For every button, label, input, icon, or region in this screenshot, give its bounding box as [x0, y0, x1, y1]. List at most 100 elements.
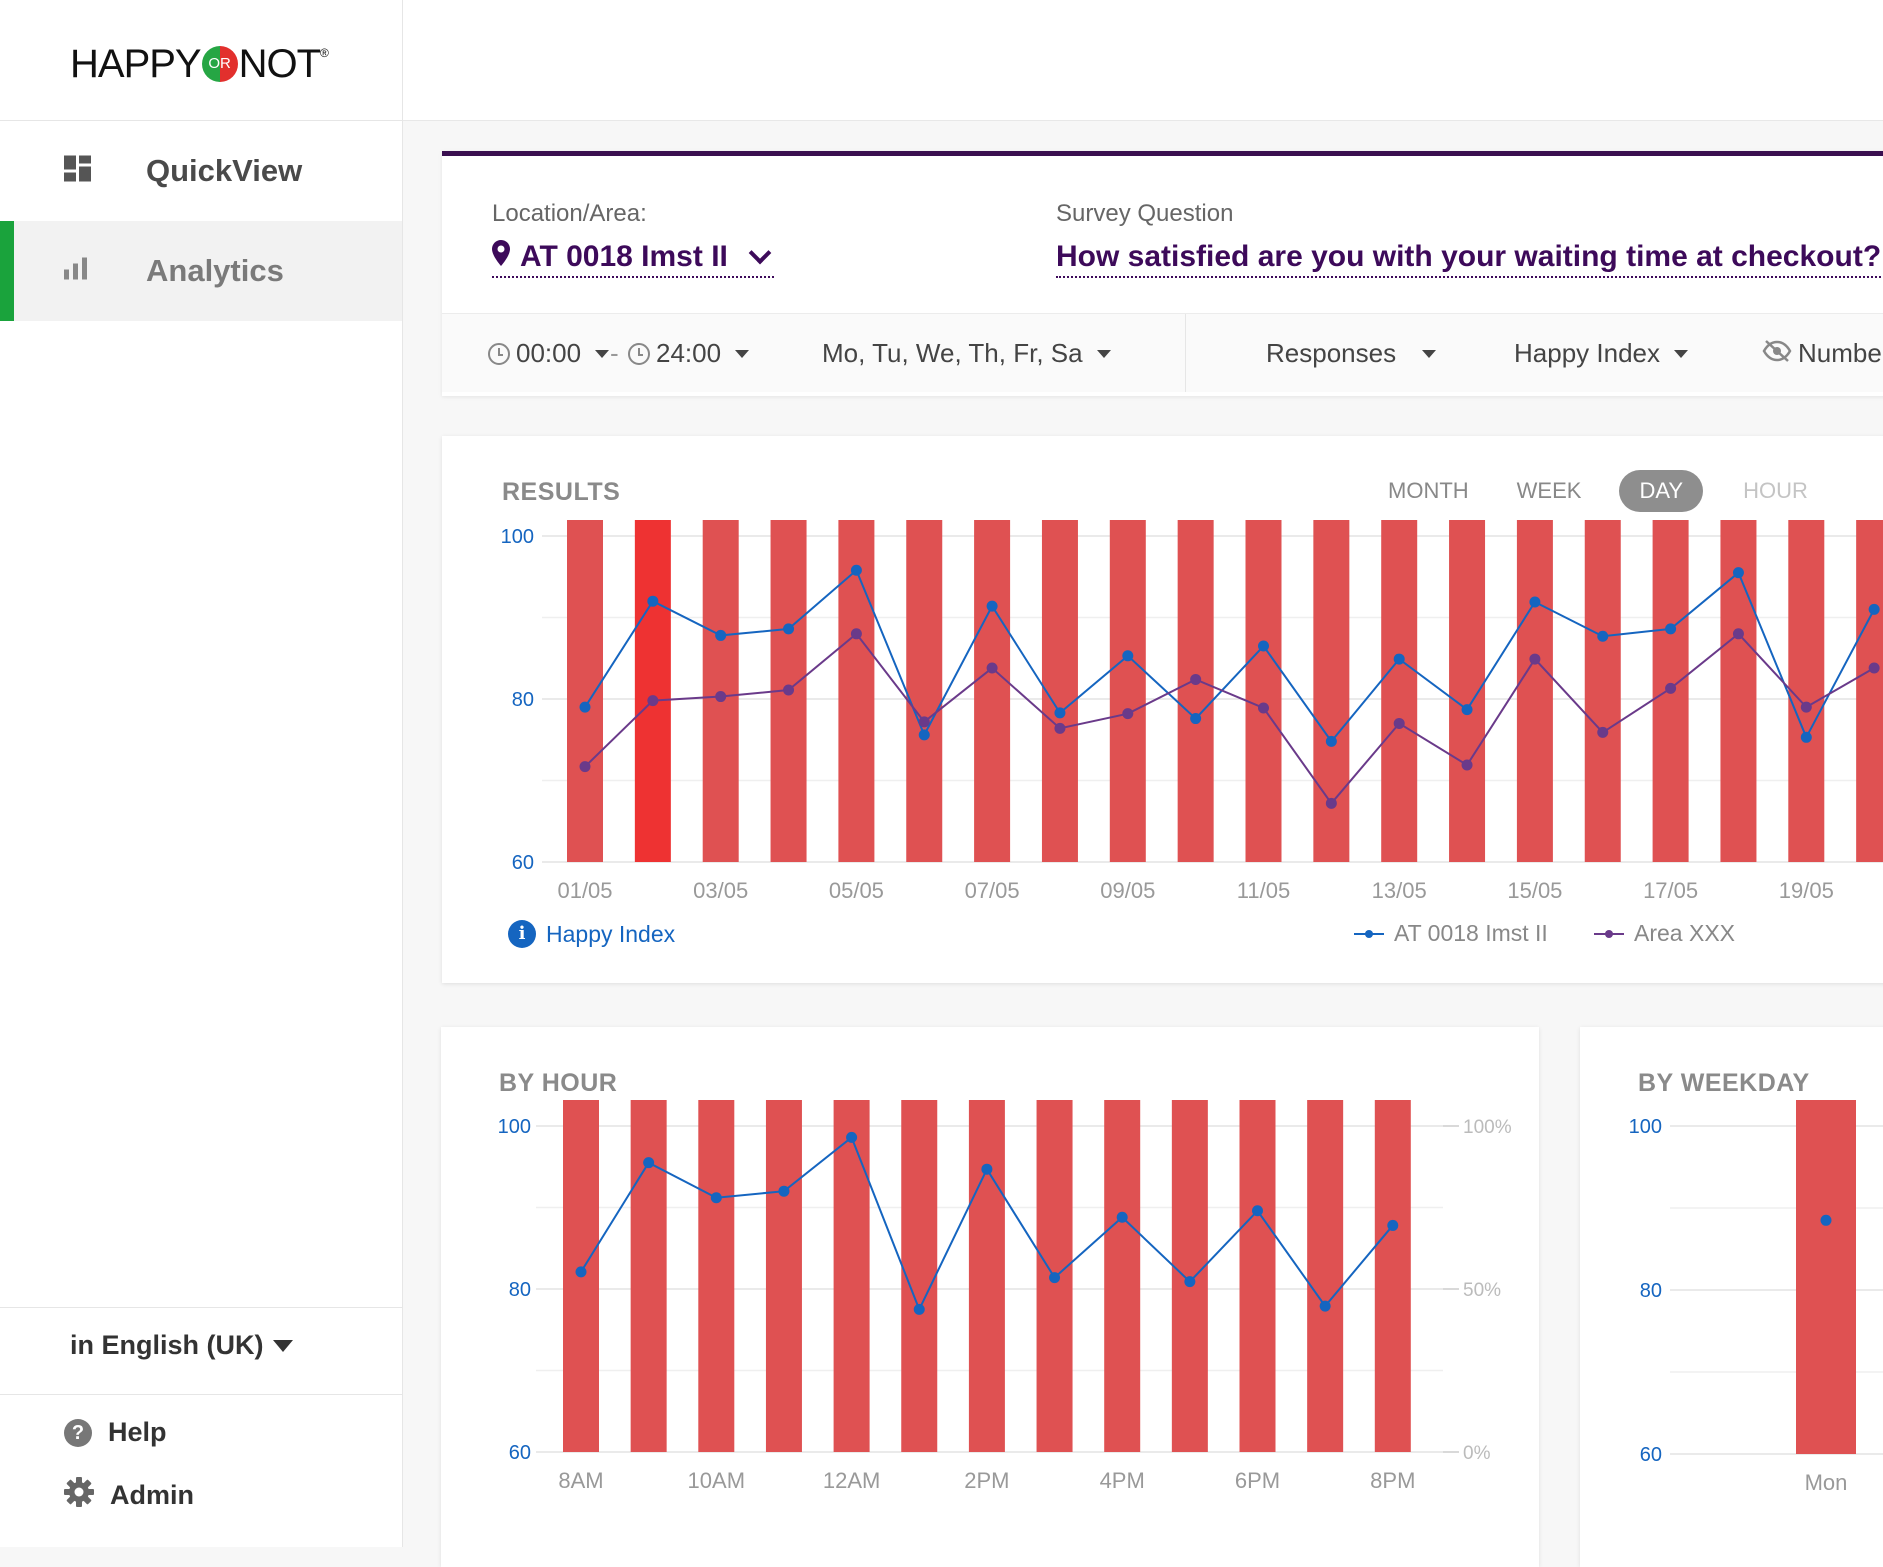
bar-segment-very-unhappy: [1239, 1100, 1276, 1452]
x-tick-label: 6PM: [1235, 1468, 1280, 1493]
series-point: [986, 600, 998, 612]
by-weekday-title: BY WEEKDAY: [1638, 1069, 1810, 1097]
series-point: [575, 1266, 587, 1278]
sidebar: HAPPY OR NOT ® QuickView Analytics in En…: [0, 0, 403, 1547]
by-hour-chart: 60 80 100 0% 50% 100% 8AM 10AM 12AM 2PM 4PM 6PM 8PM: [498, 1100, 1512, 1493]
clock-icon: [488, 342, 510, 365]
top-bar: [403, 0, 1883, 121]
legend-area: Area XXX: [1594, 920, 1735, 947]
y-tick-label: 100: [498, 1116, 531, 1138]
clock-icon: [628, 342, 650, 365]
sidebar-item-quickview[interactable]: QuickView: [0, 121, 402, 221]
x-tick-label: 15/05: [1507, 878, 1562, 903]
survey-question-value: How satisfied are you with your waiting …: [1056, 240, 1882, 273]
time-from-dropdown[interactable]: 00:00: [488, 338, 610, 369]
series-point: [1054, 722, 1066, 734]
series-point: [1732, 567, 1744, 579]
happy-index-info-label: Happy Index: [546, 920, 676, 947]
y2-tick-label: 50%: [1463, 1280, 1501, 1301]
bar-segment-very-unhappy: [1041, 520, 1078, 862]
bar-segment-very-unhappy: [974, 520, 1011, 862]
numbers-toggle[interactable]: Numbe: [1762, 338, 1882, 369]
series-point: [778, 1185, 790, 1197]
survey-question-selector[interactable]: How satisfied are you with your waiting …: [1056, 240, 1882, 278]
series-point: [1820, 1214, 1832, 1226]
location-selector[interactable]: AT 0018 Imst II: [492, 240, 774, 278]
language-selector[interactable]: in English (UK): [70, 1330, 294, 1361]
x-tick-label: 8PM: [1370, 1468, 1415, 1493]
admin-link[interactable]: Admin: [64, 1477, 194, 1514]
y-tick-label: 100: [1629, 1116, 1662, 1138]
survey-question-label: Survey Question: [1056, 200, 1234, 227]
series-point: [913, 1303, 925, 1315]
responses-label: Responses: [1266, 338, 1397, 368]
legend-line-marker: [1354, 929, 1384, 938]
happy-index-info[interactable]: i Happy Index: [508, 920, 675, 948]
bar-segment-very-unhappy: [833, 1100, 870, 1452]
tab-month[interactable]: MONTH: [1372, 470, 1485, 512]
series-point: [1122, 708, 1134, 720]
series-point: [715, 691, 727, 703]
logo-registered-mark: ®: [320, 46, 329, 60]
bar-segment-very-unhappy: [1171, 1100, 1208, 1452]
legend-line-marker: [1594, 929, 1624, 938]
bar-segment-very-unhappy: [1856, 520, 1883, 862]
x-tick-label: 10AM: [688, 1468, 745, 1493]
series-point: [783, 623, 795, 635]
tab-hour[interactable]: HOUR: [1727, 470, 1824, 512]
tab-day[interactable]: DAY: [1619, 470, 1704, 512]
help-icon: ?: [64, 1418, 92, 1447]
series-point: [1258, 702, 1269, 714]
bar-segment-very-unhappy: [698, 1100, 735, 1452]
sidebar-divider: [0, 1394, 402, 1395]
y2-tick-label: 0%: [1463, 1443, 1491, 1464]
help-label: Help: [108, 1417, 167, 1447]
sidebar-item-analytics[interactable]: Analytics: [0, 221, 402, 321]
language-label: in English (UK): [70, 1330, 264, 1360]
series-point: [850, 564, 862, 576]
x-tick-label: 13/05: [1372, 878, 1427, 903]
series-point: [918, 729, 930, 741]
bar-segment-very-unhappy: [1307, 1100, 1344, 1452]
series-point: [647, 695, 659, 707]
responses-dropdown[interactable]: Responses: [1266, 338, 1437, 369]
time-to-dropdown[interactable]: 24:00: [628, 338, 750, 369]
series-point: [918, 716, 930, 728]
series-point: [1190, 713, 1202, 725]
bar-segment-very-unhappy: [634, 520, 671, 862]
series-point: [1868, 662, 1880, 674]
series-point: [579, 761, 591, 773]
filter-controls-row: 00:00 - 24:00 Mo, Tu, We, Th, Fr, Sa Res…: [442, 313, 1883, 392]
tab-week[interactable]: WEEK: [1501, 470, 1598, 512]
series-point: [1325, 735, 1337, 747]
bar-segment-very-unhappy: [1788, 520, 1825, 862]
sidebar-item-label: Analytics: [146, 253, 284, 288]
series-point: [1800, 731, 1812, 743]
series-point: [1665, 682, 1677, 694]
filter-panel: Location/Area: AT 0018 Imst II Survey Qu…: [442, 151, 1883, 396]
help-link[interactable]: ? Help: [64, 1417, 167, 1448]
legend-location-label: AT 0018 Imst II: [1394, 920, 1548, 946]
series-point: [1116, 1211, 1128, 1223]
legend-area-label: Area XXX: [1634, 920, 1735, 946]
weekdays-dropdown[interactable]: Mo, Tu, We, Th, Fr, Sa: [822, 338, 1111, 369]
series-point: [1597, 726, 1609, 738]
by-weekday-chart: 60 80 100 Mon: [1629, 1100, 1883, 1495]
happy-index-dropdown[interactable]: Happy Index: [1514, 338, 1688, 369]
series-point: [1529, 653, 1541, 665]
x-tick-label: 01/05: [557, 878, 612, 903]
bar-segment-very-unhappy: [1177, 520, 1214, 863]
happy-or-not-logo[interactable]: HAPPY OR NOT ®: [70, 42, 329, 86]
x-tick-label: 07/05: [965, 878, 1020, 903]
gear-icon: [64, 1477, 94, 1514]
bar-segment-very-unhappy: [1374, 1100, 1411, 1452]
series-point: [986, 662, 998, 674]
x-tick-label: 8AM: [558, 1468, 603, 1493]
series-point: [1665, 623, 1677, 635]
time-from-value: 00:00: [516, 338, 582, 368]
granularity-tabs: MONTH WEEK DAY HOUR: [1372, 470, 1826, 512]
caret-down-icon: [1673, 349, 1688, 358]
x-tick-label: 19/05: [1779, 878, 1834, 903]
sidebar-divider: [0, 1307, 402, 1308]
weekdays-value: Mo, Tu, We, Th, Fr, Sa: [822, 338, 1083, 368]
